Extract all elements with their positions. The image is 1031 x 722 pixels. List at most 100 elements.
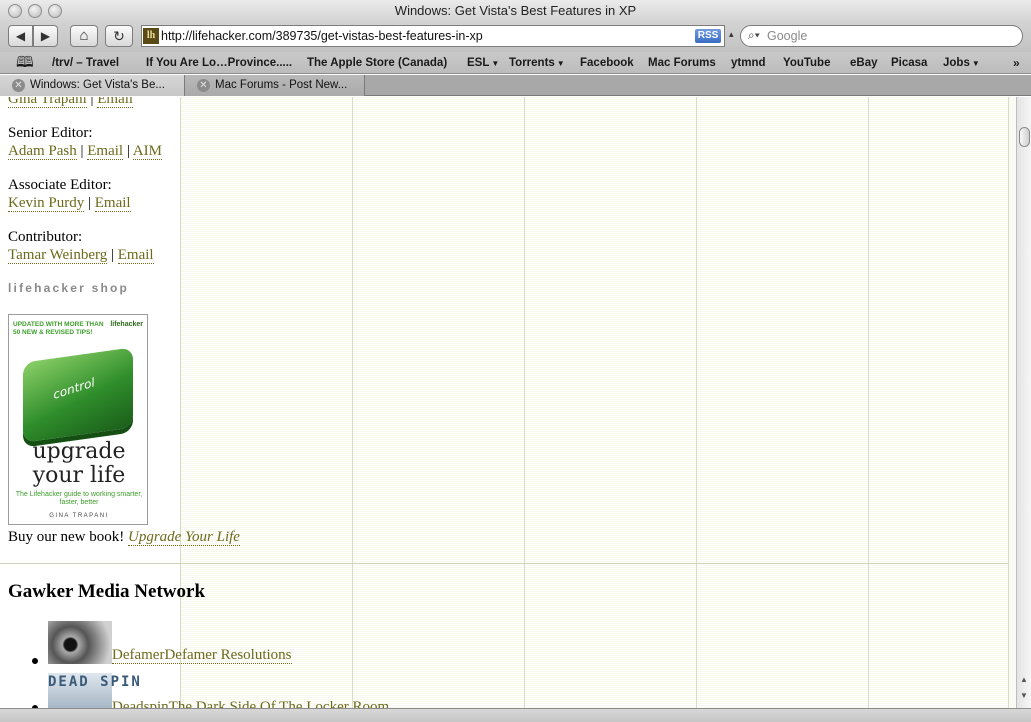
bookmark-item[interactable]: Mac Forums	[648, 52, 716, 74]
scrollbar-thumb[interactable]	[1019, 127, 1030, 147]
book-cover-image[interactable]: UPDATED WITH MORE THAN 50 NEW & REVISED …	[8, 314, 148, 525]
book-author: GINA TRAPANI	[49, 513, 109, 519]
separator: |	[90, 97, 94, 107]
background-column	[696, 97, 868, 708]
defamer-thumbnail[interactable]	[48, 621, 112, 664]
staff-name-link[interactable]: Kevin Purdy	[8, 195, 85, 212]
separator: |	[111, 247, 115, 263]
bookmark-item[interactable]: If You Are Lo…Province.....	[146, 52, 292, 74]
bookmark-folder[interactable]: Jobs ▼	[943, 52, 980, 75]
url-text[interactable]: http://lifehacker.com/389735/get-vistas-…	[161, 26, 483, 46]
list-bullet	[32, 658, 38, 664]
associate-editor-links: Kevin Purdy | Email	[8, 195, 131, 212]
vertical-scrollbar[interactable]: ▲ ▼	[1016, 97, 1031, 708]
scroll-up-icon[interactable]: ▲	[1020, 675, 1028, 684]
address-bar[interactable]: lh http://lifehacker.com/389735/get-vist…	[141, 25, 725, 47]
bookmark-item[interactable]: The Apple Store (Canada)	[307, 52, 447, 74]
network-heading: Gawker Media Network	[8, 581, 206, 602]
book-title: upgrade your life	[9, 440, 149, 488]
search-field[interactable]: ⌕▾ Google	[740, 25, 1023, 47]
browser-toolbar: ◀ ▶ ⌂ ↻ lh http://lifehacker.com/389735/…	[0, 22, 1031, 52]
background-column	[868, 97, 1008, 708]
staff-email-link[interactable]: Email	[117, 247, 154, 264]
back-button[interactable]: ◀	[8, 25, 33, 47]
senior-editor-links: Adam Pash | Email | AIM	[8, 143, 162, 160]
book-title-line: upgrade	[32, 439, 126, 464]
bookmark-item[interactable]: Picasa	[891, 52, 927, 74]
zoom-window-button[interactable]	[48, 4, 62, 18]
rss-button[interactable]: RSS	[695, 29, 721, 43]
tab-close-icon[interactable]: ✕	[197, 79, 210, 92]
separator: |	[126, 143, 130, 159]
bookmark-folder[interactable]: Torrents ▼	[509, 52, 565, 75]
separator: |	[88, 195, 92, 211]
background-column	[352, 97, 524, 708]
staff-email-link[interactable]: Email	[97, 97, 134, 108]
close-window-button[interactable]	[8, 4, 22, 18]
staff-top-partial: Gina Trapani | Email	[8, 97, 134, 108]
book-subtitle: The Lifehacker guide to working smarter,…	[15, 491, 143, 506]
shop-heading: lifehacker shop	[8, 281, 130, 295]
deadspin-thumbnail[interactable]: DEAD SPIN	[48, 673, 140, 708]
home-icon: ⌂	[79, 27, 89, 44]
bookmark-item[interactable]: YouTube	[783, 52, 830, 74]
bookmark-item[interactable]: /trv/ – Travel	[52, 52, 119, 74]
bookmark-item[interactable]: ytmnd	[731, 52, 766, 74]
home-button[interactable]: ⌂	[70, 25, 98, 47]
bookmark-folder-label: ESL	[467, 57, 490, 69]
page-viewport: Gina Trapani | Email Senior Editor: Adam…	[0, 97, 1016, 708]
network-list-item[interactable]: DefamerDefamer Resolutions	[48, 621, 292, 664]
bookmark-item[interactable]: eBay	[850, 52, 878, 74]
folder-caret-icon: ▼	[971, 59, 980, 68]
network-link[interactable]: DefamerDefamer Resolutions	[112, 647, 292, 664]
background-column	[524, 97, 696, 708]
promo-text: Buy our new book!	[8, 529, 125, 545]
bookmark-folder-label: Jobs	[943, 57, 970, 69]
background-column	[180, 97, 352, 708]
network-link[interactable]: DeadspinThe Dark Side Of The Locker Room	[112, 699, 390, 708]
bookmark-item[interactable]: Facebook	[580, 52, 634, 74]
staff-aim-link[interactable]: AIM	[132, 143, 162, 160]
snapback-chevron-icon[interactable]: ▴	[729, 29, 734, 40]
senior-editor-title: Senior Editor:	[8, 125, 93, 141]
reload-icon: ↻	[113, 28, 125, 44]
contributor-links: Tamar Weinberg | Email	[8, 247, 154, 264]
minimize-window-button[interactable]	[28, 4, 42, 18]
staff-name-link[interactable]: Tamar Weinberg	[8, 247, 108, 264]
book-promo: Buy our new book! Upgrade Your Life	[8, 529, 240, 546]
tab-label: Windows: Get Vista's Be...	[30, 79, 165, 91]
associate-editor-title: Associate Editor:	[8, 177, 112, 193]
site-favicon-icon: lh	[143, 28, 159, 44]
bookmarks-overflow-icon[interactable]: »	[1013, 52, 1020, 74]
staff-name-link[interactable]: Adam Pash	[8, 143, 77, 160]
window-titlebar: Windows: Get Vista's Best Features in XP	[0, 0, 1031, 22]
staff-name-link[interactable]: Gina Trapani	[8, 97, 87, 108]
book-tagline: UPDATED WITH MORE THAN 50 NEW & REVISED …	[13, 321, 104, 336]
reload-button[interactable]: ↻	[105, 25, 133, 47]
staff-email-link[interactable]: Email	[87, 143, 124, 160]
window-title: Windows: Get Vista's Best Features in XP	[394, 3, 637, 18]
section-divider	[0, 563, 1008, 564]
book-title-line: your life	[32, 463, 126, 488]
contributor-title: Contributor:	[8, 229, 83, 245]
book-link[interactable]: Upgrade Your Life	[128, 529, 240, 546]
tab-windows-vista[interactable]: ✕ Windows: Get Vista's Be...	[0, 75, 185, 96]
search-placeholder: Google	[767, 29, 808, 43]
forward-button[interactable]: ▶	[33, 25, 58, 47]
back-arrow-icon: ◀	[15, 29, 26, 43]
bookmark-folder-label: Torrents	[509, 57, 555, 69]
tab-bar: ✕ Windows: Get Vista's Be... ✕ Mac Forum…	[0, 75, 1031, 96]
tab-close-icon[interactable]: ✕	[12, 79, 25, 92]
book-logo: lifehacker	[110, 321, 143, 328]
scroll-down-icon[interactable]: ▼	[1020, 691, 1028, 700]
tab-mac-forums[interactable]: ✕ Mac Forums - Post New...	[185, 75, 365, 96]
network-list-item[interactable]: DEAD SPINDeadspinThe Dark Side Of The Lo…	[48, 673, 390, 708]
control-key-icon: control	[23, 347, 133, 443]
bookmarks-book-icon[interactable]: 🕮	[16, 52, 34, 74]
tab-label: Mac Forums - Post New...	[215, 79, 348, 91]
background-column	[1008, 97, 1016, 708]
staff-email-link[interactable]: Email	[94, 195, 131, 212]
search-icon: ⌕▾	[748, 28, 760, 42]
key-label: control	[52, 375, 96, 402]
bookmark-folder[interactable]: ESL ▼	[467, 52, 499, 75]
